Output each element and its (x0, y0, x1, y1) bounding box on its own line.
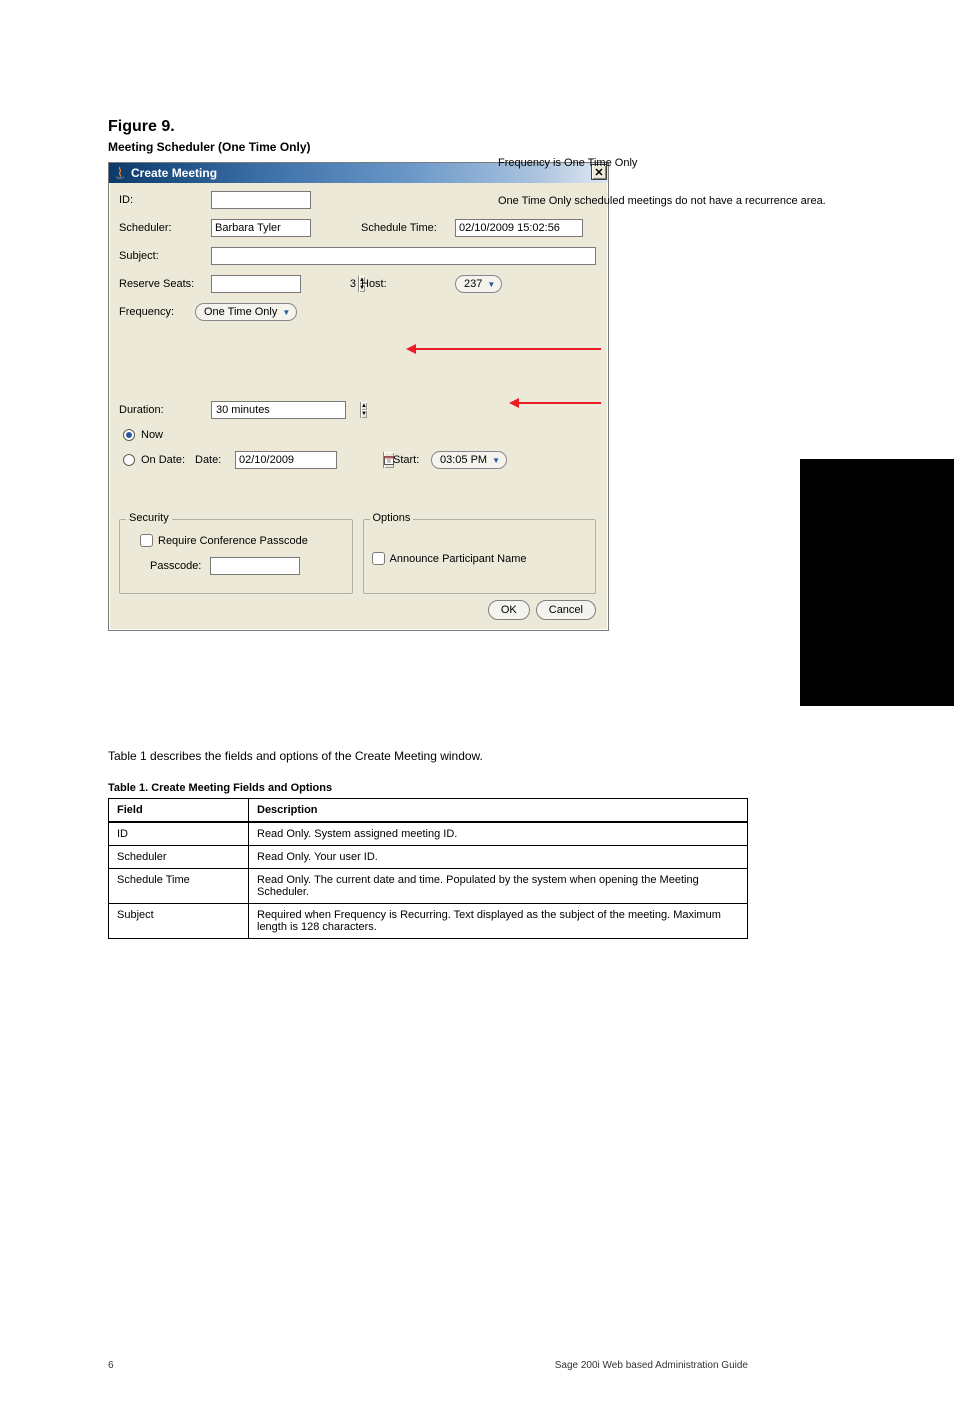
duration-label: Duration: (119, 404, 211, 416)
chevron-down-icon: ▼ (492, 456, 500, 465)
schedule-time-label: Schedule Time: (361, 222, 455, 234)
options-groupbox: Options Announce Participant Name (363, 519, 597, 594)
on-date-label: On Date: (141, 454, 195, 466)
cell-field: Scheduler (109, 846, 249, 869)
frequency-label: Frequency: (119, 306, 195, 318)
start-label: Start: (393, 454, 431, 466)
annotation-text-1: Frequency is One Time Only (498, 157, 637, 169)
host-dropdown[interactable]: 237 ▼ (455, 275, 502, 293)
reserve-seats-label: Reserve Seats: (119, 278, 211, 290)
date-label: Date: (195, 454, 235, 466)
side-black-box (800, 459, 954, 706)
table-header-description: Description (249, 799, 748, 823)
require-passcode-checkbox[interactable] (140, 534, 153, 547)
spinner-down-icon[interactable]: ▼ (360, 410, 367, 418)
announce-label: Announce Participant Name (390, 553, 527, 565)
security-groupbox: Security Require Conference Passcode Pas… (119, 519, 353, 594)
java-icon (113, 166, 127, 180)
ok-button[interactable]: OK (488, 600, 530, 620)
figure-number: Figure 9. (108, 118, 310, 136)
duration-spinner[interactable]: ▲ ▼ (211, 401, 346, 419)
date-picker[interactable] (235, 451, 337, 469)
cell-desc: Read Only. The current date and time. Po… (249, 869, 748, 904)
arrowhead-icon (406, 344, 416, 354)
subject-label: Subject: (119, 250, 211, 262)
schedule-time-field (455, 219, 583, 237)
id-label: ID: (119, 194, 211, 206)
date-value[interactable] (236, 453, 383, 467)
now-label: Now (141, 429, 163, 441)
scheduler-label: Scheduler: (119, 222, 211, 234)
chevron-down-icon: ▼ (282, 308, 290, 317)
chevron-down-icon: ▼ (487, 280, 495, 289)
duration-value[interactable] (212, 403, 360, 417)
table-intro-text: Table 1 describes the fields and options… (108, 748, 483, 765)
id-field (211, 191, 311, 209)
on-date-radio[interactable] (123, 454, 135, 466)
cancel-button[interactable]: Cancel (536, 600, 596, 620)
frequency-value: One Time Only (204, 306, 277, 318)
table-row: Subject Required when Frequency is Recur… (109, 904, 748, 939)
cell-field: Subject (109, 904, 249, 939)
page-number: 6 (108, 1360, 114, 1371)
footer-doc-title: Sage 200i Web based Administration Guide (555, 1360, 748, 1371)
cell-desc: Required when Frequency is Recurring. Te… (249, 904, 748, 939)
create-meeting-dialog: Create Meeting ✕ ID: Scheduler: Schedule… (108, 162, 609, 631)
cell-field: ID (109, 822, 249, 846)
reserve-seats-value[interactable] (212, 276, 358, 292)
annotation-arrow-2 (518, 402, 601, 404)
table-header-field: Field (109, 799, 249, 823)
scheduler-field (211, 219, 311, 237)
spinner-up-icon[interactable]: ▲ (360, 402, 367, 410)
annotation-text-2: One Time Only scheduled meetings do not … (498, 195, 778, 207)
reserve-seats-spinner[interactable]: ▲ ▼ (211, 275, 301, 293)
arrowhead-icon (509, 398, 519, 408)
require-passcode-label: Require Conference Passcode (158, 535, 308, 547)
start-value: 03:05 PM (440, 454, 487, 466)
security-legend: Security (126, 512, 172, 524)
cell-field: Schedule Time (109, 869, 249, 904)
now-radio[interactable] (123, 429, 135, 441)
subject-field[interactable] (211, 247, 596, 265)
host-label: Host: (361, 278, 455, 290)
passcode-field[interactable] (210, 557, 300, 575)
table-row: Schedule Time Read Only. The current dat… (109, 869, 748, 904)
host-value: 237 (464, 278, 482, 290)
page-footer: 6 Sage 200i Web based Administration Gui… (108, 1360, 748, 1371)
table-row: ID Read Only. System assigned meeting ID… (109, 822, 748, 846)
cell-desc: Read Only. Your user ID. (249, 846, 748, 869)
window-title: Create Meeting (131, 166, 217, 180)
options-legend: Options (370, 512, 414, 524)
figure-caption: Figure 9. Meeting Scheduler (One Time On… (108, 118, 310, 154)
table-caption: Table 1. Create Meeting Fields and Optio… (108, 782, 748, 798)
cell-desc: Read Only. System assigned meeting ID. (249, 822, 748, 846)
annotation-arrow-1 (415, 348, 601, 350)
announce-checkbox[interactable] (372, 552, 385, 565)
passcode-label: Passcode: (150, 560, 210, 572)
frequency-dropdown[interactable]: One Time Only ▼ (195, 303, 297, 321)
dialog-body: ID: Scheduler: Schedule Time: Subject: R… (109, 183, 608, 630)
figure-title: Meeting Scheduler (One Time Only) (108, 140, 310, 154)
start-dropdown[interactable]: 03:05 PM ▼ (431, 451, 507, 469)
fields-table: Table 1. Create Meeting Fields and Optio… (108, 782, 748, 939)
table-row: Scheduler Read Only. Your user ID. (109, 846, 748, 869)
